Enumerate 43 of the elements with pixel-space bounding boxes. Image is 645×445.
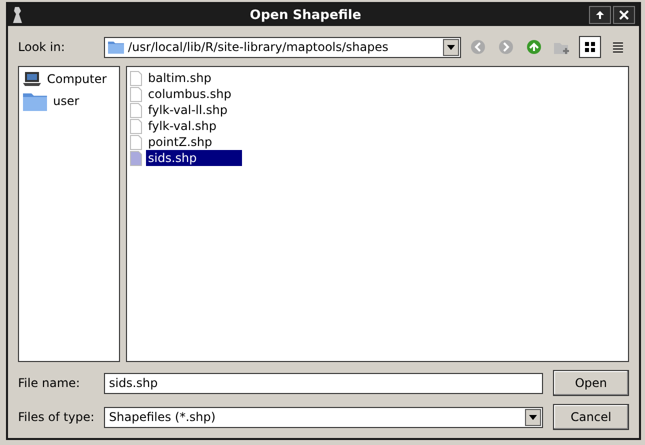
window-title: Open Shapefile: [248, 8, 362, 22]
document-icon: [130, 102, 142, 118]
folder-icon: [23, 91, 47, 112]
document-icon: [130, 150, 142, 166]
document-icon: [130, 86, 142, 102]
file-type-combo[interactable]: Shapefiles (*.shp): [104, 406, 543, 428]
file-item[interactable]: columbus.shp: [146, 86, 242, 102]
file-item[interactable]: sids.shp: [146, 150, 242, 166]
dropdown-button[interactable]: [443, 38, 459, 56]
dropdown-button[interactable]: [525, 408, 541, 426]
file-name-label: File name:: [18, 376, 81, 390]
grid-view-icon: [584, 41, 596, 53]
forward-icon: [498, 39, 514, 55]
document-icon: [130, 134, 142, 150]
place-item[interactable]: Computer: [47, 72, 107, 86]
look-in-label: Look in:: [18, 40, 66, 54]
up-arrow-icon: [595, 10, 605, 20]
file-item[interactable]: baltim.shp: [146, 70, 242, 86]
icons-view-button[interactable]: [579, 36, 601, 58]
document-icon: [130, 70, 142, 86]
caret-icon: [447, 44, 455, 50]
file-type-text: Shapefiles (*.shp): [108, 410, 217, 424]
list-view-icon: [612, 41, 624, 53]
computer-icon: [23, 71, 41, 87]
file-item[interactable]: pointZ.shp: [146, 134, 242, 150]
cancel-button[interactable]: Cancel: [553, 404, 629, 430]
document-icon: [130, 118, 142, 134]
maximize-button[interactable]: [589, 6, 611, 24]
open-button[interactable]: Open: [553, 370, 629, 396]
back-icon: [470, 39, 486, 55]
caret-icon: [529, 414, 537, 420]
file-item[interactable]: fylk-val.shp: [146, 118, 242, 134]
path-text: /usr/local/lib/R/site-library/maptools/shapes: [127, 40, 390, 54]
file-name-field[interactable]: sids.shp: [104, 372, 543, 394]
app-icon: [12, 6, 24, 24]
folder-icon: [108, 40, 124, 54]
close-icon: [619, 10, 629, 20]
place-item[interactable]: user: [53, 94, 80, 108]
file-item[interactable]: fylk-val-ll.shp: [146, 102, 242, 118]
up-icon: [526, 39, 542, 55]
file-type-label: Files of type:: [18, 410, 96, 424]
look-in-combo[interactable]: /usr/local/lib/R/site-library/maptools/shapes: [104, 36, 461, 58]
close-button[interactable]: [613, 6, 635, 24]
